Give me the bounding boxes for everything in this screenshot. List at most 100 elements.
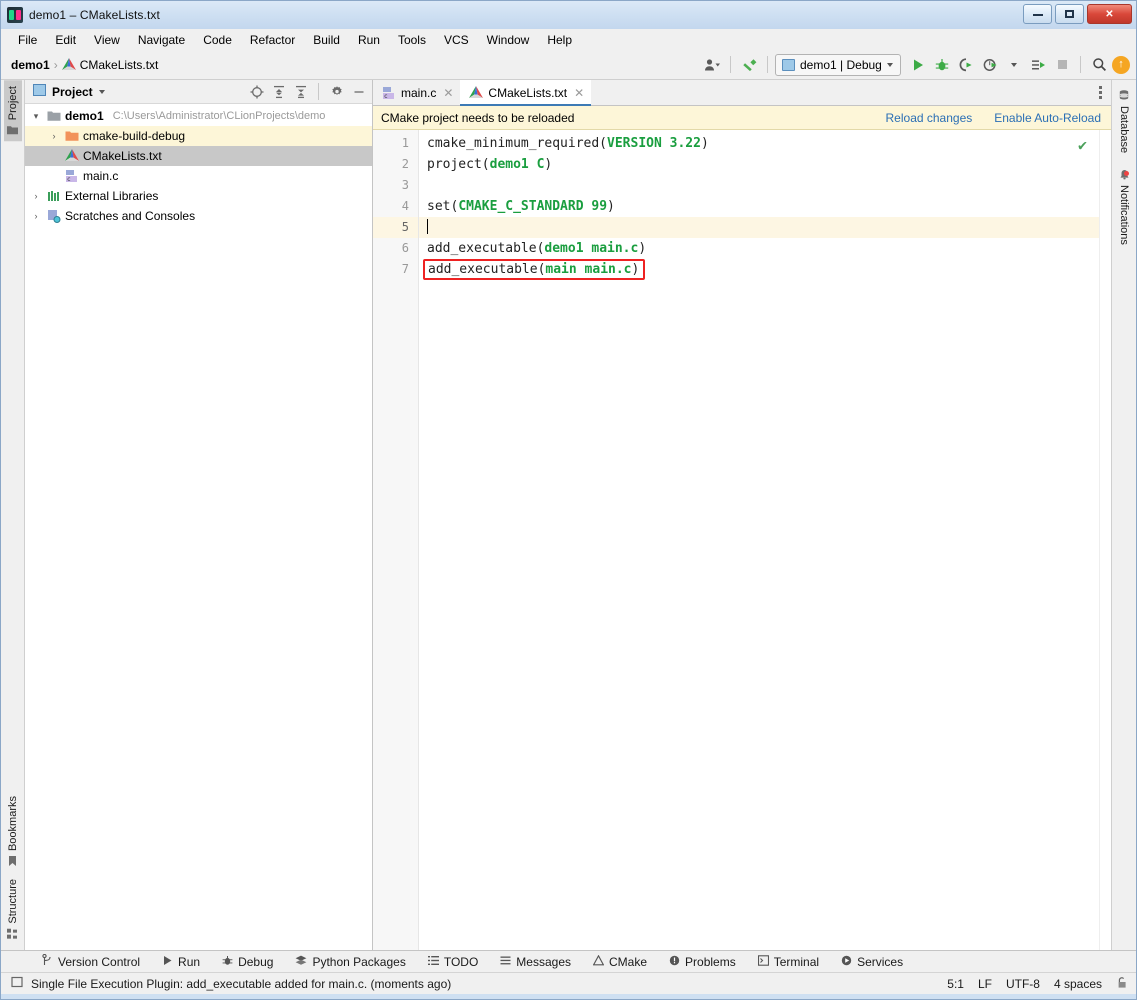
code-content[interactable]: cmake_minimum_required(VERSION 3.22) pro…	[419, 130, 1099, 950]
project-window-icon	[33, 84, 46, 99]
unlocked-icon[interactable]	[1116, 976, 1128, 992]
breadcrumb-file[interactable]: CMakeLists.txt	[80, 58, 159, 72]
enable-auto-reload-link[interactable]: Enable Auto-Reload	[994, 111, 1101, 125]
update-icon[interactable]: ↑	[1112, 55, 1130, 74]
indent-setting[interactable]: 4 spaces	[1054, 977, 1102, 991]
menu-help[interactable]: Help	[538, 31, 581, 49]
green-checkmark-icon[interactable]: ✔	[1078, 136, 1087, 154]
tree-node-scratches[interactable]: › Scratches and Consoles	[25, 206, 372, 226]
account-icon[interactable]	[701, 54, 723, 76]
toolwindow-debug[interactable]: Debug	[211, 951, 284, 973]
toolwindow-python-packages[interactable]: Python Packages	[284, 951, 416, 973]
sidebar-item-notifications[interactable]: Notifications	[1115, 163, 1133, 251]
event-log-icon[interactable]	[11, 976, 24, 992]
tab-close-icon[interactable]: ✕	[443, 86, 453, 100]
stop-button[interactable]	[1051, 54, 1073, 76]
line-number-gutter[interactable]: 1 2 3 4 5 6 7	[373, 130, 419, 950]
project-tree: ▾ demo1 C:\Users\Administrator\CLionProj…	[25, 104, 372, 950]
chevron-closed-icon[interactable]: ›	[47, 131, 61, 141]
structure-icon	[7, 929, 19, 940]
breadcrumb-separator: ›	[53, 57, 58, 72]
menu-edit[interactable]: Edit	[46, 31, 85, 49]
toolwindow-run[interactable]: Run	[151, 951, 211, 973]
tree-label-cmake-build-debug: cmake-build-debug	[83, 129, 186, 143]
menu-tools[interactable]: Tools	[389, 31, 435, 49]
toolwindow-version-control[interactable]: Version Control	[31, 951, 151, 973]
caret-position[interactable]: 5:1	[947, 977, 964, 991]
menu-window[interactable]: Window	[478, 31, 539, 49]
close-button[interactable]: ✕	[1087, 4, 1132, 24]
sidebar-item-project[interactable]: Project	[3, 80, 22, 142]
collapse-all-icon[interactable]	[291, 82, 310, 101]
tree-node-demo1[interactable]: ▾ demo1 C:\Users\Administrator\CLionProj…	[25, 106, 372, 126]
library-icon	[47, 189, 61, 203]
code-line-6[interactable]: add_executable(demo1 main.c)	[419, 238, 1099, 259]
menu-refactor[interactable]: Refactor	[241, 31, 304, 49]
sidebar-item-database[interactable]: Database	[1115, 84, 1133, 159]
toolwindow-todo[interactable]: TODO	[417, 951, 489, 973]
menu-code[interactable]: Code	[194, 31, 241, 49]
tree-node-cmakelists[interactable]: CMakeLists.txt	[25, 146, 372, 166]
menu-navigate[interactable]: Navigate	[129, 31, 194, 49]
breadcrumb-project[interactable]: demo1	[11, 58, 50, 72]
code-line-2[interactable]: project(demo1 C)	[419, 154, 1099, 175]
tab-bar-actions	[1095, 80, 1111, 105]
toolwindow-terminal[interactable]: Terminal	[747, 951, 830, 973]
code-line-1[interactable]: cmake_minimum_required(VERSION 3.22)	[419, 133, 1099, 154]
toolbar-divider-2	[767, 56, 768, 73]
maximize-button[interactable]	[1055, 4, 1084, 24]
tree-node-mainc[interactable]: c main.c	[25, 166, 372, 186]
token: )	[700, 136, 709, 151]
code-line-7[interactable]: add_executable(main main.c)	[419, 259, 1099, 280]
line-number: 1	[401, 136, 409, 150]
toolwindow-messages[interactable]: Messages	[489, 951, 582, 973]
file-encoding[interactable]: UTF-8	[1006, 977, 1040, 991]
profiler-button[interactable]	[979, 54, 1001, 76]
reload-changes-link[interactable]: Reload changes	[886, 111, 973, 125]
gear-icon[interactable]	[327, 82, 346, 101]
menu-vcs[interactable]: VCS	[435, 31, 478, 49]
menu-view[interactable]: View	[85, 31, 129, 49]
hide-panel-icon[interactable]	[349, 82, 368, 101]
line-separator[interactable]: LF	[978, 977, 992, 991]
chevron-closed-icon-3[interactable]: ›	[29, 211, 43, 221]
vertical-dots-icon[interactable]	[1095, 82, 1106, 103]
run-with-coverage-button[interactable]	[955, 54, 977, 76]
tab-cmakelists[interactable]: CMakeLists.txt ✕	[460, 80, 592, 106]
locate-icon[interactable]	[247, 82, 266, 101]
tab-close-icon-2[interactable]: ✕	[574, 86, 584, 100]
project-view-chevron-down-icon[interactable]	[98, 89, 105, 94]
hammer-icon[interactable]	[738, 54, 760, 76]
tab-main-c[interactable]: c main.c ✕	[373, 80, 461, 105]
profiler-dropdown-icon[interactable]	[1003, 54, 1025, 76]
run-icon	[162, 955, 173, 969]
expand-all-icon[interactable]	[269, 82, 288, 101]
menu-file[interactable]: File	[9, 31, 46, 49]
sidebar-item-bookmarks[interactable]: Bookmarks	[4, 790, 22, 873]
toolwindow-services[interactable]: Services	[830, 951, 914, 973]
chevron-closed-icon-2[interactable]: ›	[29, 191, 43, 201]
code-line-5-caret[interactable]	[419, 217, 1099, 238]
code-editor[interactable]: 1 2 3 4 5 6 7 cmake_minimum_required(VER…	[373, 130, 1111, 950]
attach-process-button[interactable]	[1027, 54, 1049, 76]
debug-button[interactable]	[931, 54, 953, 76]
minimize-button[interactable]	[1023, 4, 1052, 24]
chevron-open-icon[interactable]: ▾	[29, 111, 43, 122]
editor-scrollbar[interactable]	[1099, 130, 1111, 950]
tree-node-external-libraries[interactable]: › External Libraries	[25, 186, 372, 206]
search-icon[interactable]	[1088, 54, 1110, 76]
menu-build[interactable]: Build	[304, 31, 349, 49]
code-line-4[interactable]: set(CMAKE_C_STANDARD 99)	[419, 196, 1099, 217]
menu-run[interactable]: Run	[349, 31, 389, 49]
run-button[interactable]	[907, 54, 929, 76]
toolwindow-problems[interactable]: Problems	[658, 951, 747, 973]
tree-label-scratches: Scratches and Consoles	[65, 209, 196, 223]
tree-node-cmake-build-debug[interactable]: › cmake-build-debug	[25, 126, 372, 146]
sidebar-item-structure[interactable]: Structure	[4, 873, 22, 946]
status-message[interactable]: Single File Execution Plugin: add_execut…	[31, 977, 451, 991]
run-configuration-selector[interactable]: demo1 | Debug	[775, 53, 901, 76]
token: )	[638, 241, 647, 256]
window-bottom-edge	[1, 994, 1136, 999]
code-line-3[interactable]	[419, 175, 1099, 196]
toolwindow-cmake[interactable]: CMake	[582, 951, 658, 973]
